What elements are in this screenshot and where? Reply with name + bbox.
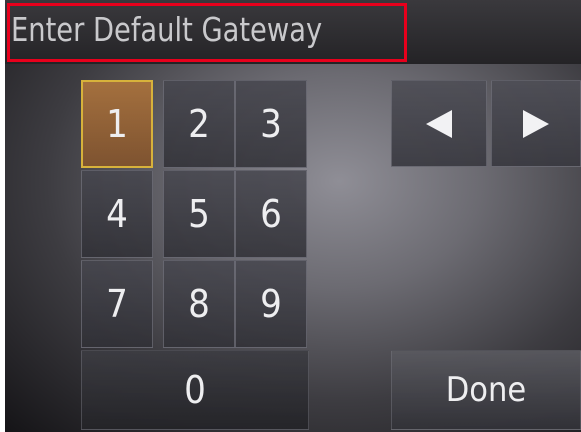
- key-7-button[interactable]: 7: [81, 260, 153, 348]
- cursor-right-button[interactable]: [491, 80, 581, 167]
- key-6-button[interactable]: 6: [235, 170, 307, 258]
- key-2-button[interactable]: 2: [163, 80, 235, 168]
- done-button[interactable]: Done: [391, 350, 581, 430]
- key-8-button[interactable]: 8: [163, 260, 235, 348]
- key-label: 9: [260, 282, 282, 326]
- key-label: 7: [106, 282, 128, 326]
- key-1-button[interactable]: 1: [81, 80, 153, 168]
- title-highlight-box: [7, 3, 407, 62]
- key-5-button[interactable]: 5: [163, 170, 235, 258]
- key-label: 6: [260, 192, 282, 236]
- key-label: 4: [106, 192, 128, 236]
- key-label: 3: [260, 102, 282, 146]
- cursor-left-button[interactable]: [391, 80, 487, 167]
- key-3-button[interactable]: 3: [235, 80, 307, 168]
- printer-lcd-screen: Enter Default Gateway 1 2 3 4 5 6 7 8 9 …: [5, 0, 581, 432]
- right-arrow-icon: [523, 109, 549, 138]
- key-label: 2: [188, 102, 210, 146]
- key-4-button[interactable]: 4: [81, 170, 153, 258]
- key-label: 8: [188, 282, 210, 326]
- key-label: 5: [188, 192, 210, 236]
- key-9-button[interactable]: 9: [235, 260, 307, 348]
- key-label: 1: [106, 102, 128, 146]
- left-arrow-icon: [426, 109, 452, 138]
- done-label: Done: [445, 370, 527, 410]
- key-0-button[interactable]: 0: [81, 350, 309, 430]
- key-label: 0: [184, 368, 206, 412]
